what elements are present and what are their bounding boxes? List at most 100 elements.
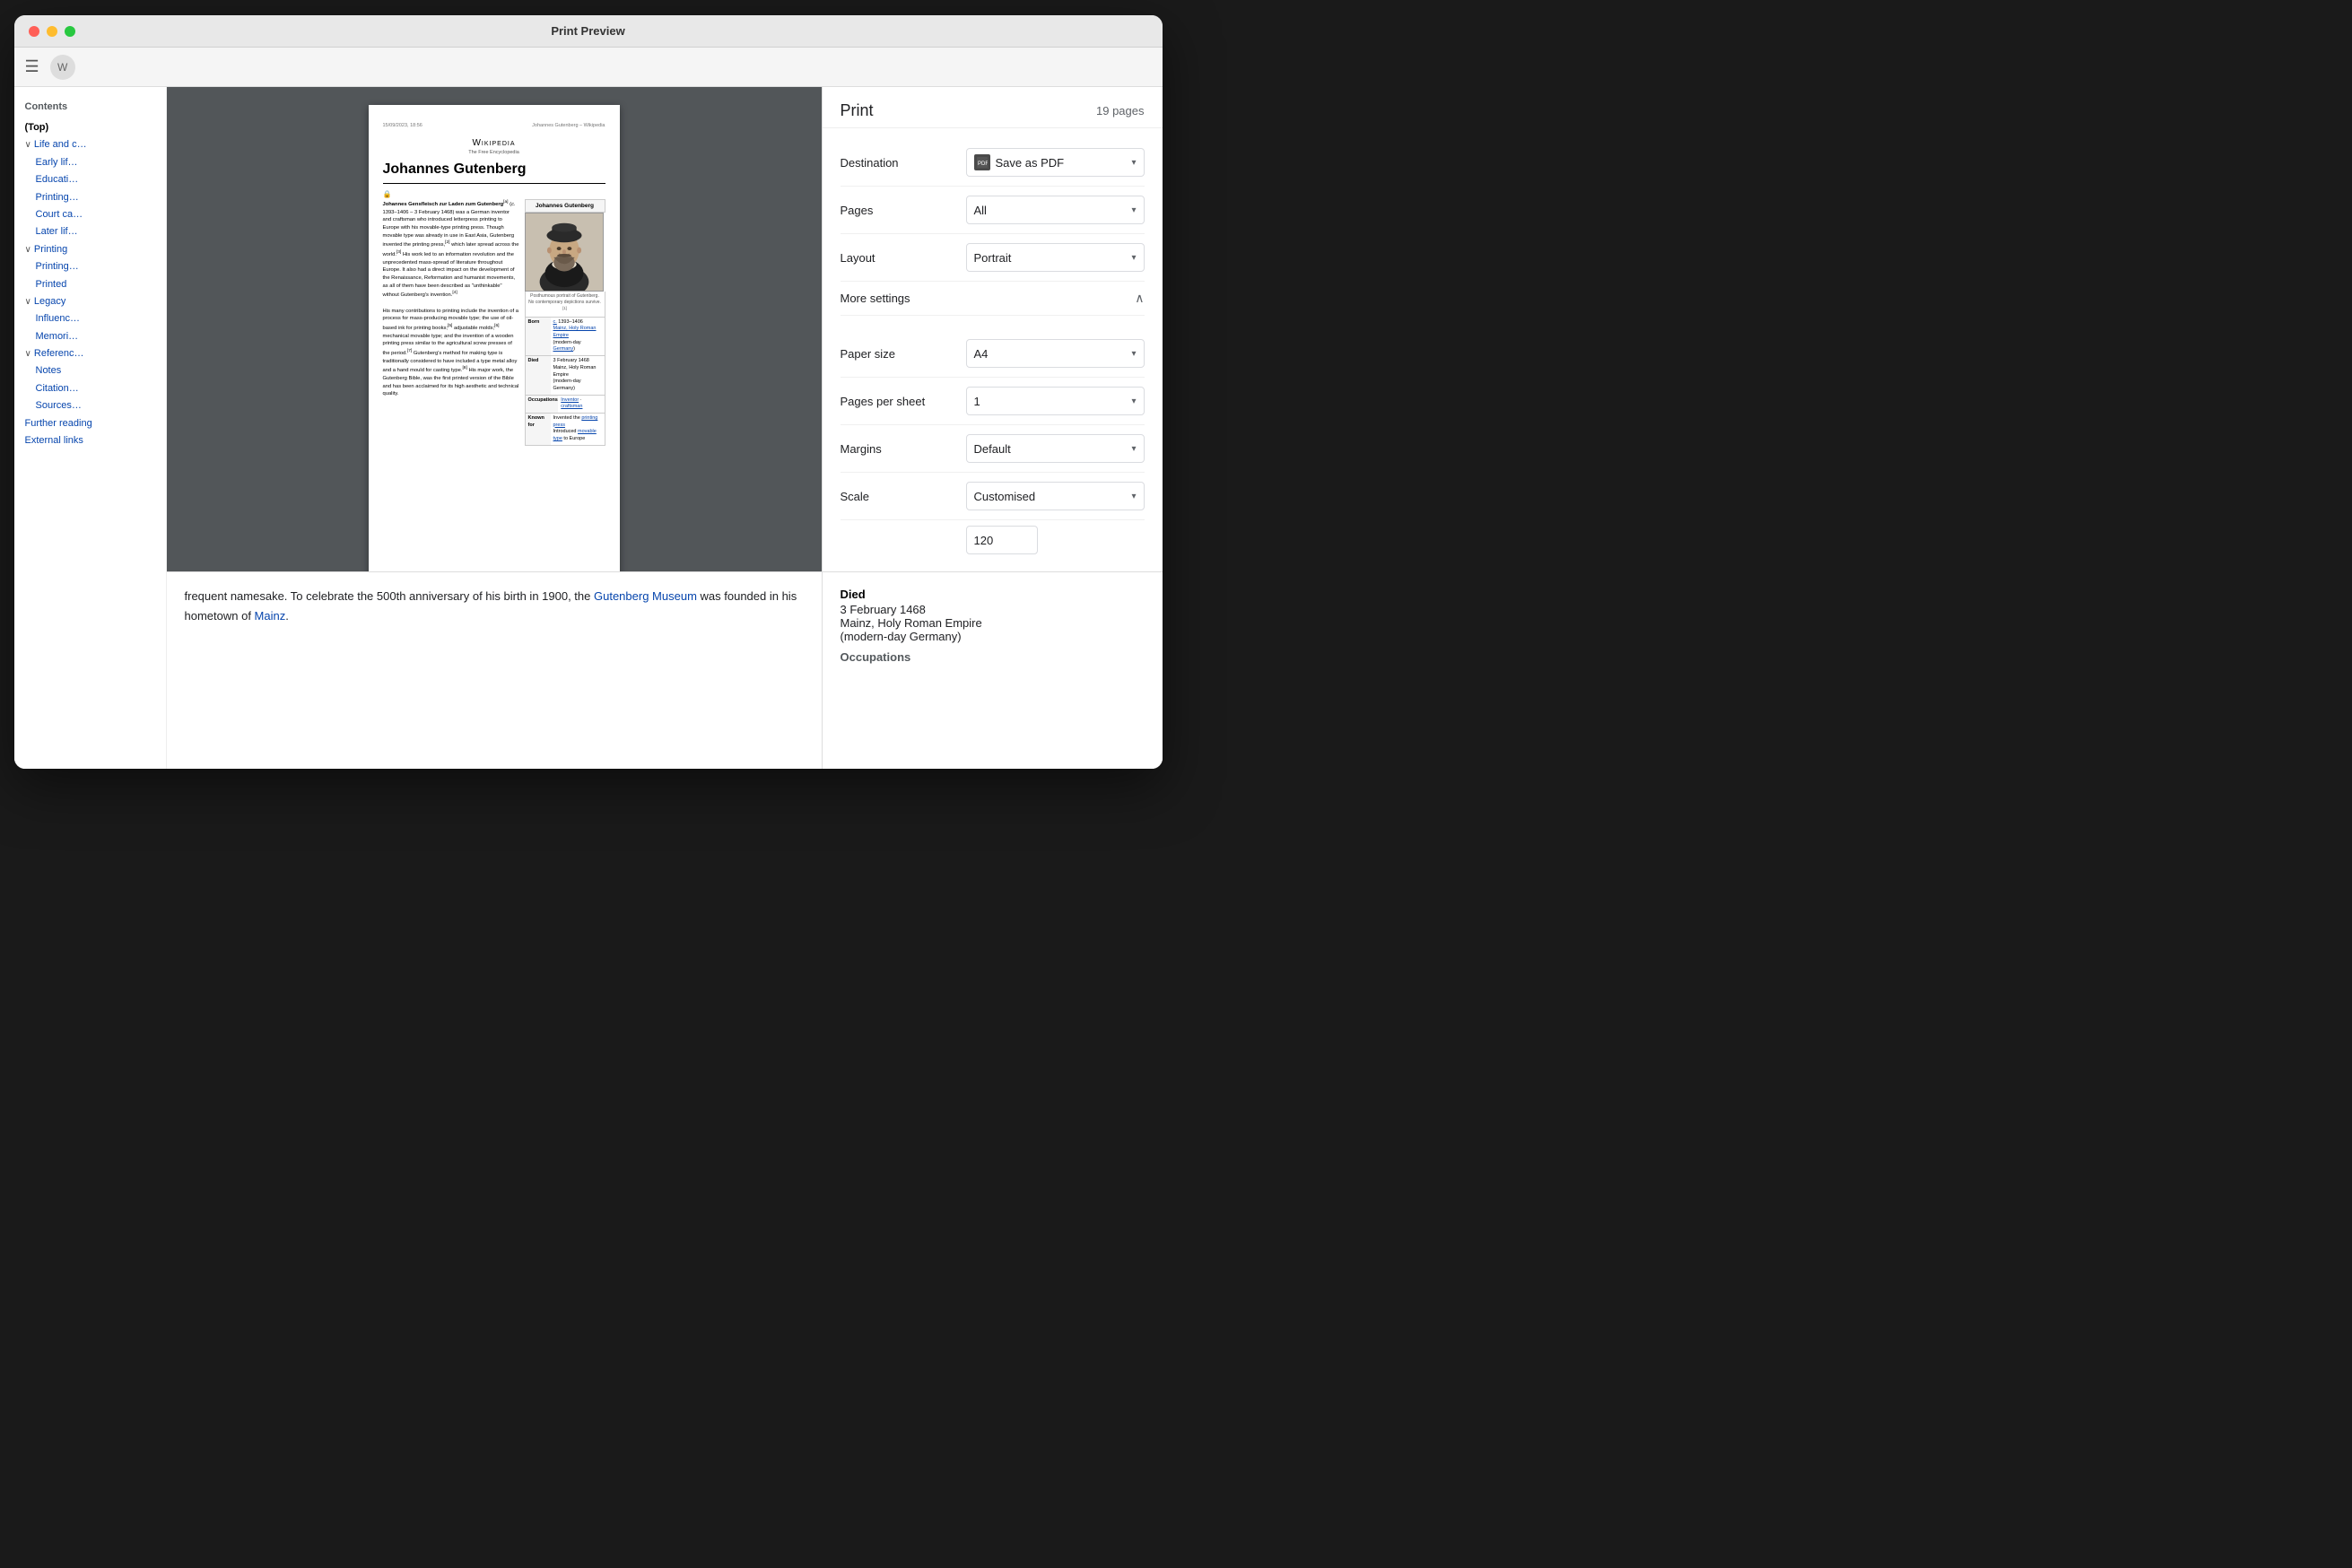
margins-label: Margins (841, 442, 966, 456)
toc-item-printing2[interactable]: Printing… (25, 258, 155, 275)
print-preview-area: 15/09/2023, 18:56 Johannes Gutenberg – W… (167, 87, 822, 571)
page-date: 15/09/2023, 18:56 (383, 123, 422, 130)
destination-control: PDF Save as PDF ▾ (966, 148, 1145, 177)
wiki-logo: Wikipedia The Free Encyclopedia (383, 137, 605, 157)
browser-favicon: W (50, 55, 75, 80)
pages-row: Pages All ▾ (841, 187, 1145, 234)
pages-per-sheet-row: Pages per sheet 1 ▾ (841, 378, 1145, 425)
toc-item-printing-sub[interactable]: Printing… (25, 189, 155, 206)
pdf-icon: PDF (974, 154, 990, 170)
browser-area: ☰ W Contents (Top) ∨ Life and c… Early l… (14, 48, 1163, 769)
pps-chevron: ▾ (1131, 396, 1136, 406)
margins-row: Margins Default ▾ (841, 425, 1145, 473)
more-settings-label: More settings (841, 292, 910, 305)
toc-item-sources[interactable]: Sources… (25, 397, 155, 414)
article-infobox: Johannes Gutenberg (525, 199, 605, 446)
pages-control: All ▾ (966, 196, 1145, 224)
margins-control: Default ▾ (966, 434, 1145, 463)
window-title: Print Preview (551, 24, 624, 38)
paper-size-control: A4 ▾ (966, 339, 1145, 368)
infobox-caption: Posthumous portrait of Gutenberg. No con… (525, 292, 605, 318)
infobox-known-value: Invented the printing press Introduced m… (551, 414, 605, 445)
more-settings-row[interactable]: More settings ∧ (841, 282, 1145, 316)
infobox-died-value: 3 February 1468 Mainz, Holy Roman Empire… (551, 356, 605, 394)
toc-item-later[interactable]: Later lif… (25, 223, 155, 240)
scale-number-input[interactable] (966, 526, 1038, 554)
lock-icon: 🔒 (383, 189, 605, 199)
pages-per-sheet-control: 1 ▾ (966, 387, 1145, 415)
pages-chevron: ▾ (1131, 205, 1136, 215)
toc-item-memori[interactable]: Memori… (25, 328, 155, 345)
layout-label: Layout (841, 251, 966, 265)
pages-per-sheet-select[interactable]: 1 ▾ (966, 387, 1145, 415)
margins-select[interactable]: Default ▾ (966, 434, 1145, 463)
paper-size-select[interactable]: A4 ▾ (966, 339, 1145, 368)
destination-value: PDF Save as PDF (974, 154, 1065, 170)
toc-title: Contents (25, 101, 155, 112)
gutenberg-museum-link[interactable]: Gutenberg Museum (594, 589, 697, 603)
scale-chevron: ▾ (1131, 492, 1136, 501)
toc-item-legacy[interactable]: ∨ Legacy (25, 293, 155, 310)
toc-item-life[interactable]: ∨ Life and c… (25, 136, 155, 153)
infobox-born-row: Born c. 1393–1406 Mainz, Holy Roman Empi… (525, 318, 605, 356)
scale-select[interactable]: Customised ▾ (966, 482, 1145, 510)
pages-per-sheet-text: 1 (974, 395, 980, 408)
main-window: Print Preview ☰ W Contents (Top) ∨ Life … (14, 15, 1163, 769)
destination-select[interactable]: PDF Save as PDF ▾ (966, 148, 1145, 177)
minimize-button[interactable] (47, 26, 57, 37)
infobox-occupations-value: Inventor · craftsman (558, 396, 604, 413)
toc-item-printed[interactable]: Printed (25, 276, 155, 293)
bottom-area: frequent namesake. To celebrate the 500t… (167, 571, 1163, 769)
layout-select[interactable]: Portrait ▾ (966, 243, 1145, 272)
destination-row: Destination PDF (841, 139, 1145, 187)
paper-size-chevron: ▾ (1131, 349, 1136, 359)
infobox-born-value: c. 1393–1406 Mainz, Holy Roman Empire (m… (551, 318, 605, 355)
traffic-lights (29, 26, 75, 37)
toc-item-court[interactable]: Court ca… (25, 206, 155, 223)
scale-select-text: Customised (974, 490, 1036, 503)
died-value: 3 February 1468 Mainz, Holy Roman Empire… (841, 603, 1145, 643)
scale-row: Scale Customised ▾ (841, 473, 1145, 520)
pages-select[interactable]: All ▾ (966, 196, 1145, 224)
destination-chevron: ▾ (1131, 158, 1136, 168)
wiki-bg-text: frequent namesake. To celebrate the 500t… (185, 587, 804, 626)
article-body-preview: Johannes Gensfleisch zur Laden zum Guten… (383, 199, 605, 446)
infobox-occupations-row: Occupations Inventor · craftsman (525, 396, 605, 414)
infobox-known-row: Known for Invented the printing press In… (525, 414, 605, 446)
toc-item-further-reading[interactable]: Further reading (25, 415, 155, 432)
toc-item-references[interactable]: ∨ Referenc… (25, 345, 155, 362)
scale-label: Scale (841, 490, 966, 503)
toc-item-notes[interactable]: Notes (25, 362, 155, 379)
infobox-born-label: Born (526, 318, 551, 355)
layout-row: Layout Portrait ▾ (841, 234, 1145, 282)
toc-item-external-links[interactable]: External links (25, 432, 155, 449)
infobox-died-row: Died 3 February 1468 Mainz, Holy Roman E… (525, 356, 605, 395)
infobox-died-label: Died (526, 356, 551, 394)
toc-item-top[interactable]: (Top) (25, 119, 155, 136)
article-title-preview: Johannes Gutenberg (383, 160, 605, 183)
menu-icon[interactable]: ☰ (25, 57, 39, 76)
portrait-image (525, 213, 604, 292)
toc-item-printing[interactable]: ∨ Printing (25, 241, 155, 258)
page-source: Johannes Gutenberg – Wikipedia (532, 123, 605, 130)
scale-control: Customised ▾ (966, 482, 1145, 510)
died-label: Died (841, 588, 866, 601)
print-panel: Print 19 pages Destination (822, 87, 1163, 571)
print-title: Print (841, 101, 874, 120)
layout-chevron: ▾ (1131, 253, 1136, 263)
close-button[interactable] (29, 26, 39, 37)
maximize-button[interactable] (65, 26, 75, 37)
toc-item-education[interactable]: Educati… (25, 171, 155, 188)
wiki-right-bottom: Died 3 February 1468 Mainz, Holy Roman E… (822, 572, 1163, 769)
toc-item-influence[interactable]: Influenc… (25, 310, 155, 327)
toc-item-early[interactable]: Early lif… (25, 154, 155, 171)
mainz-link[interactable]: Mainz (255, 609, 286, 623)
titlebar: Print Preview (14, 15, 1163, 48)
print-pages-count: 19 pages (1096, 104, 1145, 118)
destination-label: Destination (841, 156, 966, 170)
toc-item-citations[interactable]: Citation… (25, 380, 155, 397)
wiki-sidebar: Contents (Top) ∨ Life and c… Early lif… … (14, 87, 167, 769)
destination-select-text: Save as PDF (996, 156, 1065, 170)
infobox-occupations-label: Occupations (526, 396, 559, 413)
paper-size-select-text: A4 (974, 347, 989, 361)
